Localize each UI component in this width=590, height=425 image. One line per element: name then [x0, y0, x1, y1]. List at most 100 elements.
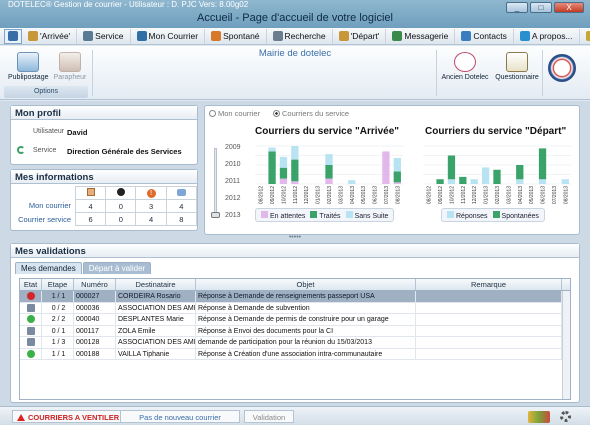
contacts-icon — [461, 31, 472, 41]
user-value: David — [67, 128, 88, 137]
col-remarque[interactable]: Remarque — [416, 279, 562, 290]
table-row[interactable]: 0 / 1 000117 ZOLA Emile Réponse à Envoi des… — [20, 325, 570, 337]
cell-etape: 0 / 1 — [42, 325, 74, 336]
minimize-button[interactable]: _ — [506, 2, 528, 13]
menu-item[interactable]: A propos... — [514, 28, 580, 44]
pending-doc-icon — [26, 326, 35, 335]
pending-doc-icon — [26, 338, 35, 346]
menu-item-label: Spontané — [223, 31, 260, 41]
menu-item[interactable]: Service — [77, 28, 131, 44]
cell-etape: 2 / 2 — [42, 314, 74, 325]
tick-label: 04/2013 — [518, 186, 524, 204]
menu-item[interactable]: Mon Courrier — [131, 28, 206, 44]
radio-service-label: Courriers du service — [282, 109, 350, 118]
grid-header: Etat Etape Numéro Destinataire Objet Rem… — [20, 279, 570, 291]
radio-mon-courrier[interactable]: Mon courrier — [209, 109, 260, 118]
menu-item[interactable]: 'Départ' — [333, 28, 387, 44]
bar-2-series-1 — [279, 167, 288, 179]
bar-12-series-1 — [393, 171, 401, 183]
legend-item: Réponses — [447, 210, 488, 220]
tick-label: 05/2013 — [361, 186, 367, 204]
table-row[interactable]: 1 / 1 000188 VAILLA Tiphanie Réponse à Créa… — [20, 348, 570, 360]
info-cell[interactable]: 4 — [74, 199, 107, 213]
col-etape[interactable]: Etape — [42, 279, 74, 290]
grid-rows: 1 / 1 000027 CORDEIRA Rosario Réponse à Dem… — [20, 291, 570, 360]
tick-label: 11/2012 — [461, 186, 467, 204]
slider-thumb[interactable] — [211, 212, 220, 218]
tick-label: 12/2012 — [472, 186, 478, 204]
info-cell[interactable]: 6 — [74, 212, 107, 226]
tab-mes-demandes[interactable]: Mes demandes — [15, 262, 82, 274]
parapheur-button[interactable]: Parapheur — [52, 52, 88, 81]
gear-icon[interactable] — [560, 411, 571, 422]
validation-status[interactable]: Validation — [244, 410, 294, 423]
ancien-dotelec-button[interactable]: Ancien Dotelec — [440, 52, 490, 81]
questionnaire-button[interactable]: Questionnaire — [494, 52, 540, 81]
menu-item[interactable]: Contacts — [455, 28, 514, 44]
info-cell[interactable]: 8 — [165, 212, 198, 226]
panel-splitter[interactable]: ••••• — [0, 234, 590, 242]
menu-item[interactable]: Messagerie — [386, 28, 456, 44]
info-cell[interactable]: 3 — [135, 199, 167, 213]
cell-numero: 000040 — [74, 314, 116, 325]
document-icon — [74, 186, 107, 200]
tick-label: 09/2012 — [270, 186, 276, 204]
bar-1-series-2 — [268, 147, 276, 152]
legend-swatch — [261, 210, 268, 218]
parapheur-label: Parapheur — [53, 74, 87, 81]
key-icon — [585, 31, 590, 41]
bar-2-series-1 — [447, 155, 456, 180]
bar-6-series-1 — [325, 165, 333, 179]
cell-remarque — [416, 337, 562, 348]
home-content: Mon profil Utilisateur David Service Dir… — [0, 101, 590, 406]
menu-item[interactable]: Recherche — [267, 28, 333, 44]
tick-label: 06/2013 — [541, 186, 547, 204]
col-etat[interactable]: Etat — [20, 279, 42, 290]
close-button[interactable]: X — [554, 2, 584, 13]
table-row[interactable]: 0 / 2 000036 ASSOCIATION DES AMIS Réponse à… — [20, 302, 570, 314]
refresh-icon[interactable] — [17, 146, 25, 154]
legend-label: Spontanées — [501, 212, 539, 220]
col-destinataire[interactable]: Destinataire — [116, 279, 196, 290]
publipostage-button[interactable]: Publipostage — [8, 52, 48, 81]
tick-label: 08/2013 — [395, 186, 401, 204]
profile-panel: Mon profil Utilisateur David Service Dir… — [10, 105, 198, 165]
tick-label: 10/2012 — [281, 186, 287, 204]
bar-1-series-1 — [436, 179, 444, 184]
menu-home[interactable] — [4, 28, 22, 44]
bar-8-series-1 — [516, 165, 524, 180]
radio-courriers-service[interactable]: Courriers du service — [273, 109, 349, 118]
menu-item[interactable]: 'Arrivée' — [22, 28, 78, 44]
user-label: Utilisateur — [33, 128, 65, 135]
ventiler-status[interactable]: COURRIERS A VENTILER — [12, 410, 125, 423]
vertical-scrollbar[interactable] — [562, 291, 570, 399]
legend-arrivee: En attentes Traités Sans Suite — [255, 208, 395, 222]
menu-item[interactable]: Spontané — [205, 28, 267, 44]
info-cell[interactable]: 0 — [105, 199, 137, 213]
table-row[interactable]: 1 / 1 000027 CORDEIRA Rosario Réponse à Dem… — [20, 291, 570, 303]
tick-label: 06/2013 — [373, 186, 379, 204]
maximize-button[interactable]: □ — [530, 2, 552, 13]
year-label: 2009 — [225, 144, 241, 151]
bar-4-series-0 — [470, 179, 478, 184]
table-row[interactable]: 2 / 2 000040 DESPLANTES Marie Réponse à Dem… — [20, 314, 570, 326]
info-cell[interactable]: 4 — [135, 212, 167, 226]
infos-panel: Mes informations ! 4 0 3 4 6 0 4 8 Mon c… — [10, 169, 198, 231]
legend-label: Traités — [319, 212, 341, 220]
tools-icon[interactable] — [528, 411, 550, 423]
bar-3-series-1 — [459, 176, 467, 184]
profile-title: Mon profil — [11, 106, 197, 120]
col-objet[interactable]: Objet — [196, 279, 416, 290]
infos-row-mon-courrier: 4 0 3 4 — [74, 199, 198, 213]
menu-item[interactable] — [580, 29, 590, 44]
tab-depart-a-valider[interactable]: Départ à valider — [82, 262, 152, 274]
info-cell[interactable]: 0 — [105, 212, 137, 226]
year-slider[interactable]: 2009 2010 2011 2012 2013 — [211, 144, 241, 222]
infos-header-row: ! — [74, 186, 198, 200]
gear-icon — [83, 31, 94, 41]
table-row[interactable]: 1 / 3 000128 ASSOCIATION DES AMIS demande d… — [20, 337, 570, 349]
row-label-courrier-service: Courrier service — [18, 215, 71, 224]
outbox-icon — [338, 31, 349, 41]
info-cell[interactable]: 4 — [165, 199, 198, 213]
col-numero[interactable]: Numéro — [74, 279, 116, 290]
